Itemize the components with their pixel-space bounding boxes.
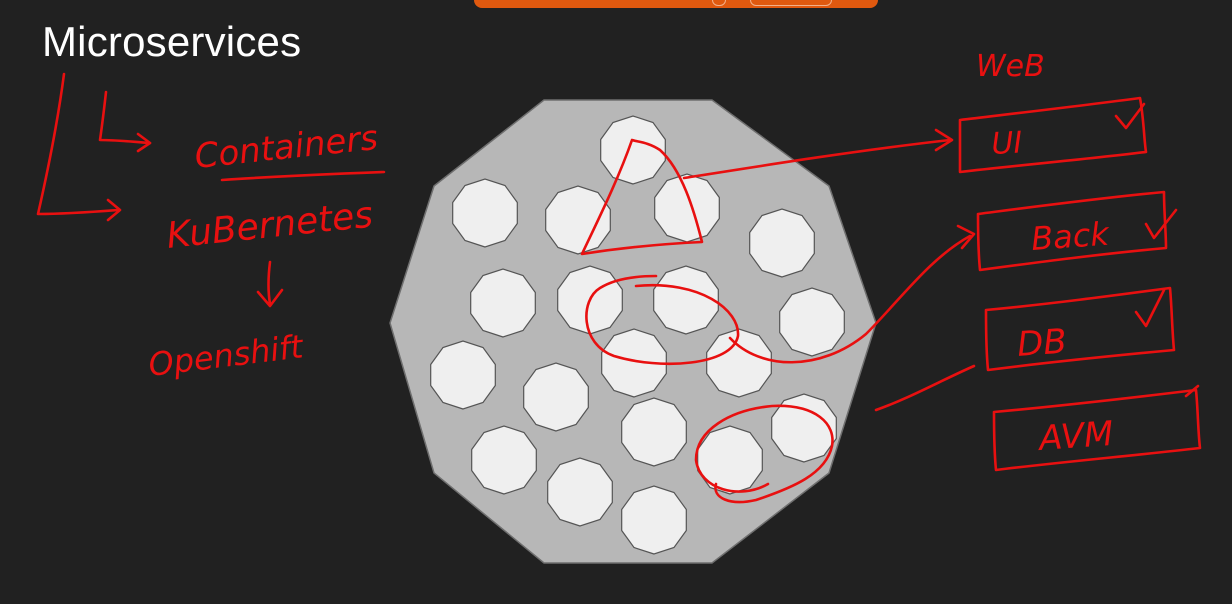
- kubernetes-label: KuBernetes: [165, 195, 375, 257]
- microservice-node: [771, 393, 837, 463]
- microservice-node: [470, 268, 536, 338]
- microservice-node: [779, 287, 845, 357]
- diagram-canvas: Containers KuBernetes Openshift WeB UI B…: [36, 49, 1202, 564]
- check-db: [1134, 288, 1166, 328]
- microservice-node: [545, 185, 611, 255]
- containers-label: Containers: [193, 118, 380, 177]
- box-ui: [958, 96, 1148, 174]
- check-back: [1144, 208, 1178, 240]
- microservice-node: [621, 485, 687, 555]
- microservice-node: [547, 457, 613, 527]
- box-db-label: DB: [1016, 322, 1068, 365]
- microservice-node: [430, 340, 496, 410]
- microservice-node: [621, 397, 687, 467]
- microservice-node: [600, 115, 666, 185]
- microservice-node: [697, 425, 763, 495]
- box-avm-label: AVM: [1036, 414, 1115, 459]
- microservice-node: [654, 173, 720, 243]
- microservice-node: [749, 208, 815, 278]
- box-back-label: Back: [1030, 215, 1112, 258]
- tree-bracket-inner: [98, 90, 152, 145]
- web-label: WeB: [976, 49, 1045, 84]
- containers-underline: [220, 170, 386, 182]
- check-ui: [1114, 102, 1146, 130]
- microservice-node: [523, 362, 589, 432]
- box-db: [984, 286, 1176, 372]
- box-ui-label: UI: [991, 125, 1024, 162]
- connector-db: [874, 364, 976, 412]
- down-arrow-openshift: [256, 260, 284, 308]
- microservice-node: [471, 425, 537, 495]
- microservice-node: [452, 178, 518, 248]
- microservice-node: [706, 328, 772, 398]
- microservice-node: [653, 265, 719, 335]
- openshift-label: Openshift: [146, 327, 306, 384]
